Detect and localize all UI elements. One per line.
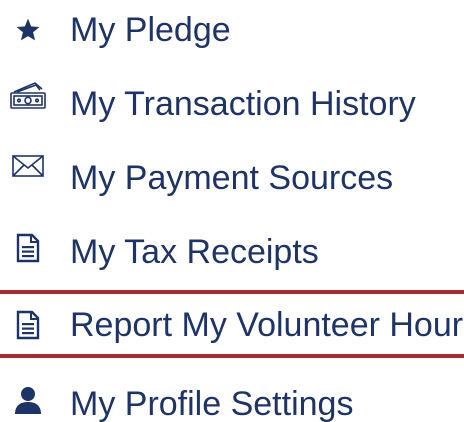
menu-item-my-profile-settings[interactable]: My Profile Settings bbox=[0, 376, 464, 422]
star-icon bbox=[10, 12, 46, 48]
envelope-icon bbox=[8, 148, 48, 184]
menu-item-my-transaction-history[interactable]: My Transaction History bbox=[0, 78, 464, 134]
menu-item-report-my-volunteer-hours[interactable]: Report My Volunteer Hours bbox=[0, 290, 464, 358]
menu-item-label: My Pledge bbox=[70, 11, 231, 49]
menu-item-my-pledge[interactable]: My Pledge bbox=[0, 4, 464, 60]
account-menu: My Pledge My Transaction History My Paym… bbox=[0, 0, 464, 422]
document-icon bbox=[10, 230, 46, 266]
money-icon bbox=[8, 78, 48, 114]
document-icon bbox=[10, 307, 46, 343]
menu-item-label: My Tax Receipts bbox=[70, 233, 319, 271]
menu-item-my-tax-receipts[interactable]: My Tax Receipts bbox=[0, 226, 464, 282]
menu-item-label: Report My Volunteer Hours bbox=[70, 306, 464, 344]
menu-item-label: My Payment Sources bbox=[70, 159, 394, 197]
menu-item-label: My Transaction History bbox=[70, 85, 416, 123]
menu-item-my-payment-sources[interactable]: My Payment Sources bbox=[0, 152, 464, 208]
user-icon bbox=[10, 382, 46, 418]
menu-item-label: My Profile Settings bbox=[70, 385, 354, 422]
